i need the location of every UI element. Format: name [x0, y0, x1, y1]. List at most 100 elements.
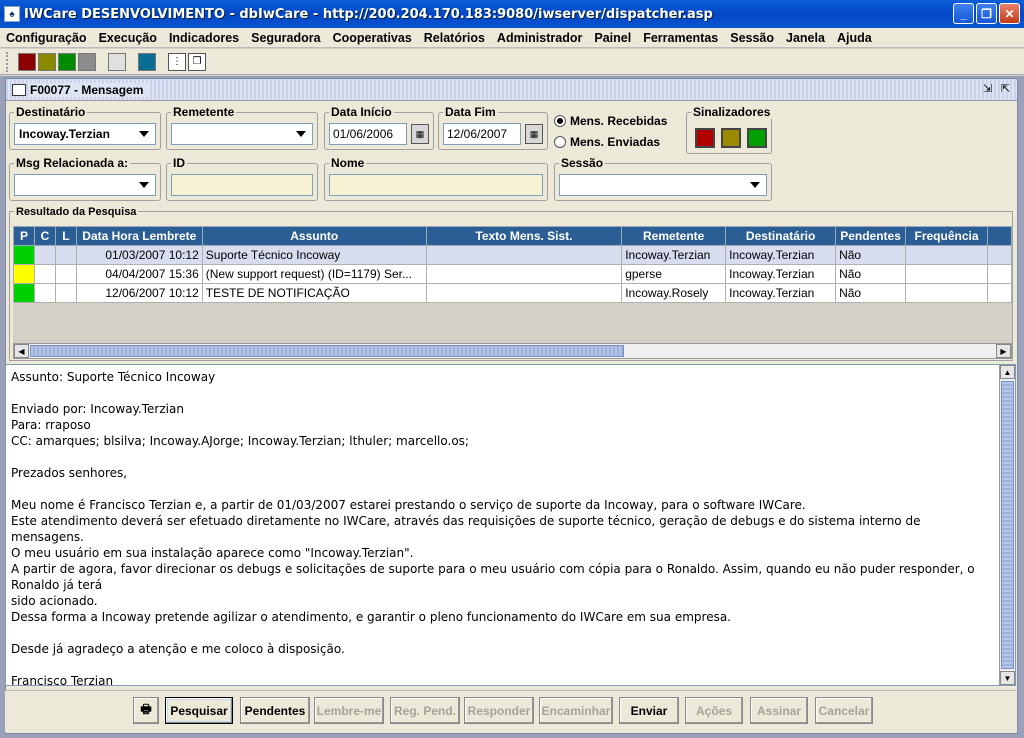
- column-header[interactable]: Frequência: [905, 226, 988, 246]
- column-header[interactable]: Data Hora Lembrete: [75, 226, 203, 246]
- frame-maximize-icon[interactable]: ⇱: [998, 82, 1013, 97]
- cell-assunto: Suporte Técnico Incoway: [201, 245, 427, 265]
- destinatario-combo[interactable]: Incoway.Terzian: [14, 123, 156, 145]
- msg-relacionada-label: Msg Relacionada a:: [14, 156, 131, 170]
- cancelar-button[interactable]: Cancelar: [815, 697, 873, 724]
- menu-item-7[interactable]: Painel: [588, 31, 637, 45]
- column-header[interactable]: Texto Mens. Sist.: [425, 226, 623, 246]
- regpend-button[interactable]: Reg. Pend.: [390, 697, 460, 724]
- sinalizador-green-button[interactable]: [747, 128, 767, 148]
- scroll-left-icon[interactable]: ◀: [14, 344, 29, 358]
- menu-item-2[interactable]: Indicadores: [163, 31, 245, 45]
- results-table-viewport: P C L Data Hora Lembrete Assunto Texto Mens. …: [13, 226, 1012, 343]
- lembreme-button[interactable]: Lembre-me: [314, 697, 384, 724]
- frame-minimize-icon[interactable]: ⇲: [980, 82, 995, 97]
- encaminhar-button[interactable]: Encaminhar: [539, 697, 613, 724]
- calendar-icon[interactable]: ▦: [525, 124, 543, 144]
- menu-item-1[interactable]: Execução: [93, 31, 163, 45]
- sinalizador-yellow-button[interactable]: [721, 128, 741, 148]
- cell-assunto: TESTE DE NOTIFICAÇÃO: [201, 283, 427, 303]
- pendentes-button[interactable]: Pendentes: [240, 697, 310, 724]
- minimize-button[interactable]: _: [953, 3, 974, 24]
- message-line: Francisco Terzian: [11, 674, 114, 688]
- menu-item-10[interactable]: Janela: [780, 31, 831, 45]
- table-row[interactable]: 04/04/2007 15:36 (New support request) (I…: [13, 264, 1012, 284]
- toolbar-color-button-red[interactable]: [18, 52, 36, 71]
- cell-extra: [986, 245, 1012, 265]
- toolbar-color-button-gray[interactable]: [78, 52, 96, 71]
- close-button[interactable]: ✕: [999, 3, 1020, 24]
- status-cell: [33, 283, 56, 303]
- print-icon[interactable]: 🖶: [133, 697, 159, 724]
- sessao-combo[interactable]: [559, 174, 767, 196]
- nome-field[interactable]: [329, 174, 543, 196]
- msg-relacionada-combo[interactable]: [14, 174, 156, 196]
- toolbar-color-button-white[interactable]: [108, 52, 126, 71]
- toolbar-color-button-teal[interactable]: [138, 52, 156, 71]
- menu-item-6[interactable]: Administrador: [491, 31, 588, 45]
- cell-frequencia: [905, 245, 988, 265]
- remetente-label: Remetente: [171, 105, 237, 119]
- cell-texto: [425, 245, 623, 265]
- toolbar-color-button-olive[interactable]: [38, 52, 56, 71]
- column-header[interactable]: Destinatário: [725, 226, 837, 246]
- vertical-scrollbar[interactable]: ▲ ▼: [999, 365, 1015, 685]
- restore-button[interactable]: ❐: [976, 3, 997, 24]
- id-group: ID: [166, 156, 318, 201]
- assinar-button[interactable]: Assinar: [750, 697, 808, 724]
- column-header[interactable]: C: [33, 226, 56, 246]
- vertical-scroll-thumb[interactable]: [1001, 381, 1014, 669]
- message-line: Assunto: Suporte Técnico Incoway: [11, 370, 216, 384]
- column-header[interactable]: Assunto: [201, 226, 427, 246]
- frame-title: F00077 - Mensagem: [30, 82, 150, 97]
- cell-frequencia: [905, 264, 988, 284]
- menu-item-4[interactable]: Cooperativas: [327, 31, 418, 45]
- enviar-button[interactable]: Enviar: [619, 697, 679, 724]
- menu-item-8[interactable]: Ferramentas: [637, 31, 724, 45]
- menu-item-5[interactable]: Relatórios: [418, 31, 491, 45]
- remetente-combo[interactable]: [171, 123, 313, 145]
- message-line: Desde já agradeço a atenção e me coloco …: [11, 642, 345, 656]
- column-header[interactable]: Remetente: [621, 226, 727, 246]
- menu-item-0[interactable]: Configuração: [0, 31, 93, 45]
- menu-item-3[interactable]: Seguradora: [245, 31, 326, 45]
- status-cell: [54, 245, 77, 265]
- id-label: ID: [171, 156, 187, 170]
- destinatario-group: Destinatário Incoway.Terzian: [9, 105, 161, 150]
- column-header[interactable]: Pendentes: [835, 226, 907, 246]
- responder-button[interactable]: Responder: [464, 697, 534, 724]
- scroll-right-icon[interactable]: ▶: [996, 344, 1011, 358]
- horizontal-scroll-thumb[interactable]: [30, 345, 624, 357]
- message-body[interactable]: Assunto: Suporte Técnico Incoway Enviado …: [5, 364, 1016, 704]
- window-title: IWCare DESENVOLVIMENTO - dbIwCare - http…: [24, 6, 713, 22]
- tree-icon[interactable]: ⋮: [168, 52, 186, 71]
- table-row[interactable]: 12/06/2007 10:12 TESTE DE NOTIFICAÇÃO Inco…: [13, 283, 1012, 303]
- cascade-windows-icon[interactable]: ❐: [188, 52, 206, 71]
- table-row[interactable]: 01/03/2007 10:12 Suporte Técnico Incoway I…: [13, 245, 1012, 265]
- scroll-down-icon[interactable]: ▼: [1000, 671, 1015, 685]
- calendar-icon[interactable]: ▦: [411, 124, 429, 144]
- sinalizador-red-button[interactable]: [695, 128, 715, 148]
- data-inicio-value: 01/06/2006: [333, 127, 394, 141]
- menu-item-11[interactable]: Ajuda: [831, 31, 878, 45]
- frame-titlebar: F00077 - Mensagem ⇲ ⇱: [6, 79, 1017, 101]
- message-line: [11, 625, 996, 641]
- radio-recebidas-label: Mens. Recebidas: [570, 114, 668, 128]
- data-inicio-field[interactable]: 01/06/2006: [329, 123, 407, 145]
- radio-enviadas[interactable]: Mens. Enviadas: [554, 135, 660, 149]
- radio-unchecked-icon: [554, 136, 566, 148]
- pesquisar-button[interactable]: Pesquisar: [165, 697, 233, 724]
- radio-recebidas[interactable]: Mens. Recebidas: [554, 114, 667, 128]
- cell-frequencia: [905, 283, 988, 303]
- column-header[interactable]: L: [54, 226, 77, 246]
- toolbar-color-button-green[interactable]: [58, 52, 76, 71]
- menu-item-9[interactable]: Sessão: [724, 31, 780, 45]
- acoes-button[interactable]: Ações: [685, 697, 743, 724]
- column-header[interactable]: P: [13, 226, 35, 246]
- data-fim-field[interactable]: 12/06/2007: [443, 123, 521, 145]
- scroll-up-icon[interactable]: ▲: [1000, 365, 1015, 379]
- message-line: sido acionado.: [11, 594, 98, 608]
- horizontal-scrollbar[interactable]: ◀ ▶: [13, 343, 1012, 359]
- toolbar-grip[interactable]: [6, 51, 12, 72]
- id-field[interactable]: [171, 174, 313, 196]
